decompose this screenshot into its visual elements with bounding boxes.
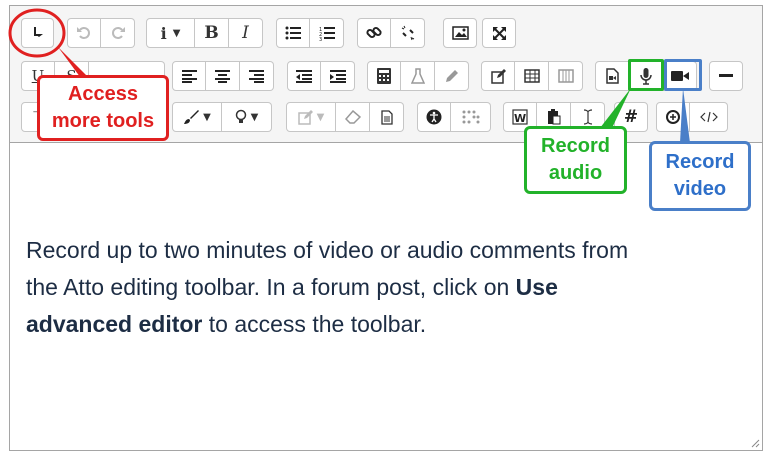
fullscreen-button[interactable]	[482, 18, 516, 48]
advanced-editor-text: advanced editor	[26, 311, 203, 337]
paintbrush-icon	[184, 110, 200, 124]
unlink-button[interactable]	[391, 18, 425, 48]
record-audio-callout: Record audio	[524, 126, 627, 194]
undo-icon	[77, 27, 90, 39]
audio-button-highlight	[628, 59, 664, 91]
svg-text:W: W	[514, 112, 526, 125]
emoji-button[interactable]	[656, 102, 690, 132]
columns-button[interactable]	[549, 61, 583, 91]
word-icon: W	[512, 109, 528, 125]
flask-icon	[410, 68, 425, 84]
undo-button[interactable]	[67, 18, 101, 48]
draw-button[interactable]	[435, 61, 469, 91]
pencil-icon	[445, 70, 458, 82]
content-text: the Atto editing toolbar. In a forum pos…	[26, 274, 516, 300]
caret-down-icon: ▼	[172, 27, 181, 39]
braille-icon	[462, 110, 479, 124]
table-icon	[523, 69, 540, 83]
caret-down-icon: ▼	[250, 111, 259, 123]
align-left-button[interactable]	[172, 61, 206, 91]
background-color-button[interactable]: ▼	[172, 102, 222, 132]
link-icon	[366, 26, 382, 39]
editor-content[interactable]: Record up to two minutes of video or aud…	[26, 232, 746, 343]
caret-down-icon: ▼	[203, 111, 211, 123]
clipboard-icon	[547, 109, 560, 125]
outdent-icon	[296, 69, 312, 83]
document-icon	[380, 109, 393, 125]
accessibility-checker-button[interactable]	[417, 102, 451, 132]
table-button[interactable]	[515, 61, 549, 91]
align-right-button[interactable]	[240, 61, 274, 91]
expand-icon	[492, 26, 506, 40]
content-line: the Atto editing toolbar. In a forum pos…	[26, 269, 746, 306]
italic-icon: I	[242, 23, 249, 43]
highlight-button[interactable]: ▼	[222, 102, 272, 132]
align-center-button[interactable]	[206, 61, 240, 91]
align-right-icon	[249, 69, 264, 83]
eraser-icon	[344, 110, 361, 124]
info-icon: i	[160, 23, 167, 43]
video-button-highlight	[664, 59, 702, 91]
use-advanced-editor-text: Use	[515, 274, 558, 300]
styles-button[interactable]: ▼	[286, 102, 336, 132]
toggle-more-tools-button[interactable]	[21, 18, 54, 48]
horizontal-rule-button[interactable]	[709, 61, 743, 91]
paste-text-button[interactable]	[370, 102, 404, 132]
resize-handle-icon[interactable]	[750, 438, 760, 448]
accessibility-icon	[426, 109, 442, 125]
italic-button[interactable]: I	[229, 18, 263, 48]
redo-button[interactable]	[101, 18, 135, 48]
align-center-icon	[215, 69, 230, 83]
unordered-list-icon	[285, 26, 301, 40]
outdent-button[interactable]	[287, 61, 321, 91]
columns-icon	[557, 69, 574, 83]
html-source-button[interactable]	[690, 102, 728, 132]
ordered-list-button[interactable]: 123	[310, 18, 344, 48]
align-left-icon	[181, 69, 197, 83]
indent-icon	[329, 69, 346, 83]
file-video-icon	[605, 68, 619, 84]
screenreader-helper-button[interactable]	[451, 102, 491, 132]
callout-line: Record	[541, 135, 610, 157]
edit-html-button[interactable]	[481, 61, 515, 91]
code-icon	[699, 111, 718, 123]
access-more-tools-callout: Access more tools	[37, 75, 169, 141]
callout-line: Access	[67, 83, 139, 105]
callout-line: Record	[665, 151, 735, 173]
text-cursor-icon	[583, 109, 592, 125]
arrow-down-return-icon	[33, 27, 43, 37]
image-icon	[451, 26, 469, 40]
insert-image-button[interactable]	[443, 18, 477, 48]
caret-down-icon: ▼	[316, 111, 325, 123]
paragraph-styles-button[interactable]: i ▼	[146, 18, 195, 48]
clear-formatting-button[interactable]	[336, 102, 370, 132]
callout-line: video	[673, 178, 727, 200]
edit-square-icon	[297, 109, 313, 125]
circle-plus-icon	[666, 110, 680, 124]
link-button[interactable]	[357, 18, 391, 48]
minus-icon	[719, 74, 733, 77]
equation-button[interactable]	[367, 61, 401, 91]
media-button[interactable]	[595, 61, 629, 91]
record-video-callout: Record video	[649, 141, 751, 211]
hashtag-icon: #	[623, 107, 639, 127]
svg-text:3: 3	[319, 37, 322, 41]
edit-square-icon	[490, 68, 506, 84]
calculator-icon	[377, 68, 391, 84]
content-text: to access the toolbar.	[202, 311, 427, 337]
unordered-list-button[interactable]	[276, 18, 310, 48]
bold-button[interactable]: B	[195, 18, 229, 48]
chemistry-button[interactable]	[401, 61, 435, 91]
content-line: advanced editor to access the toolbar.	[26, 306, 746, 343]
lightbulb-icon	[235, 109, 246, 123]
ordered-list-icon: 123	[319, 26, 335, 41]
content-line: Record up to two minutes of video or aud…	[26, 237, 629, 263]
redo-icon	[111, 27, 125, 39]
callout-line: more tools	[51, 110, 155, 132]
unlink-icon	[401, 25, 414, 41]
callout-line: audio	[548, 162, 603, 184]
bold-icon: B	[204, 23, 219, 43]
indent-button[interactable]	[321, 61, 355, 91]
